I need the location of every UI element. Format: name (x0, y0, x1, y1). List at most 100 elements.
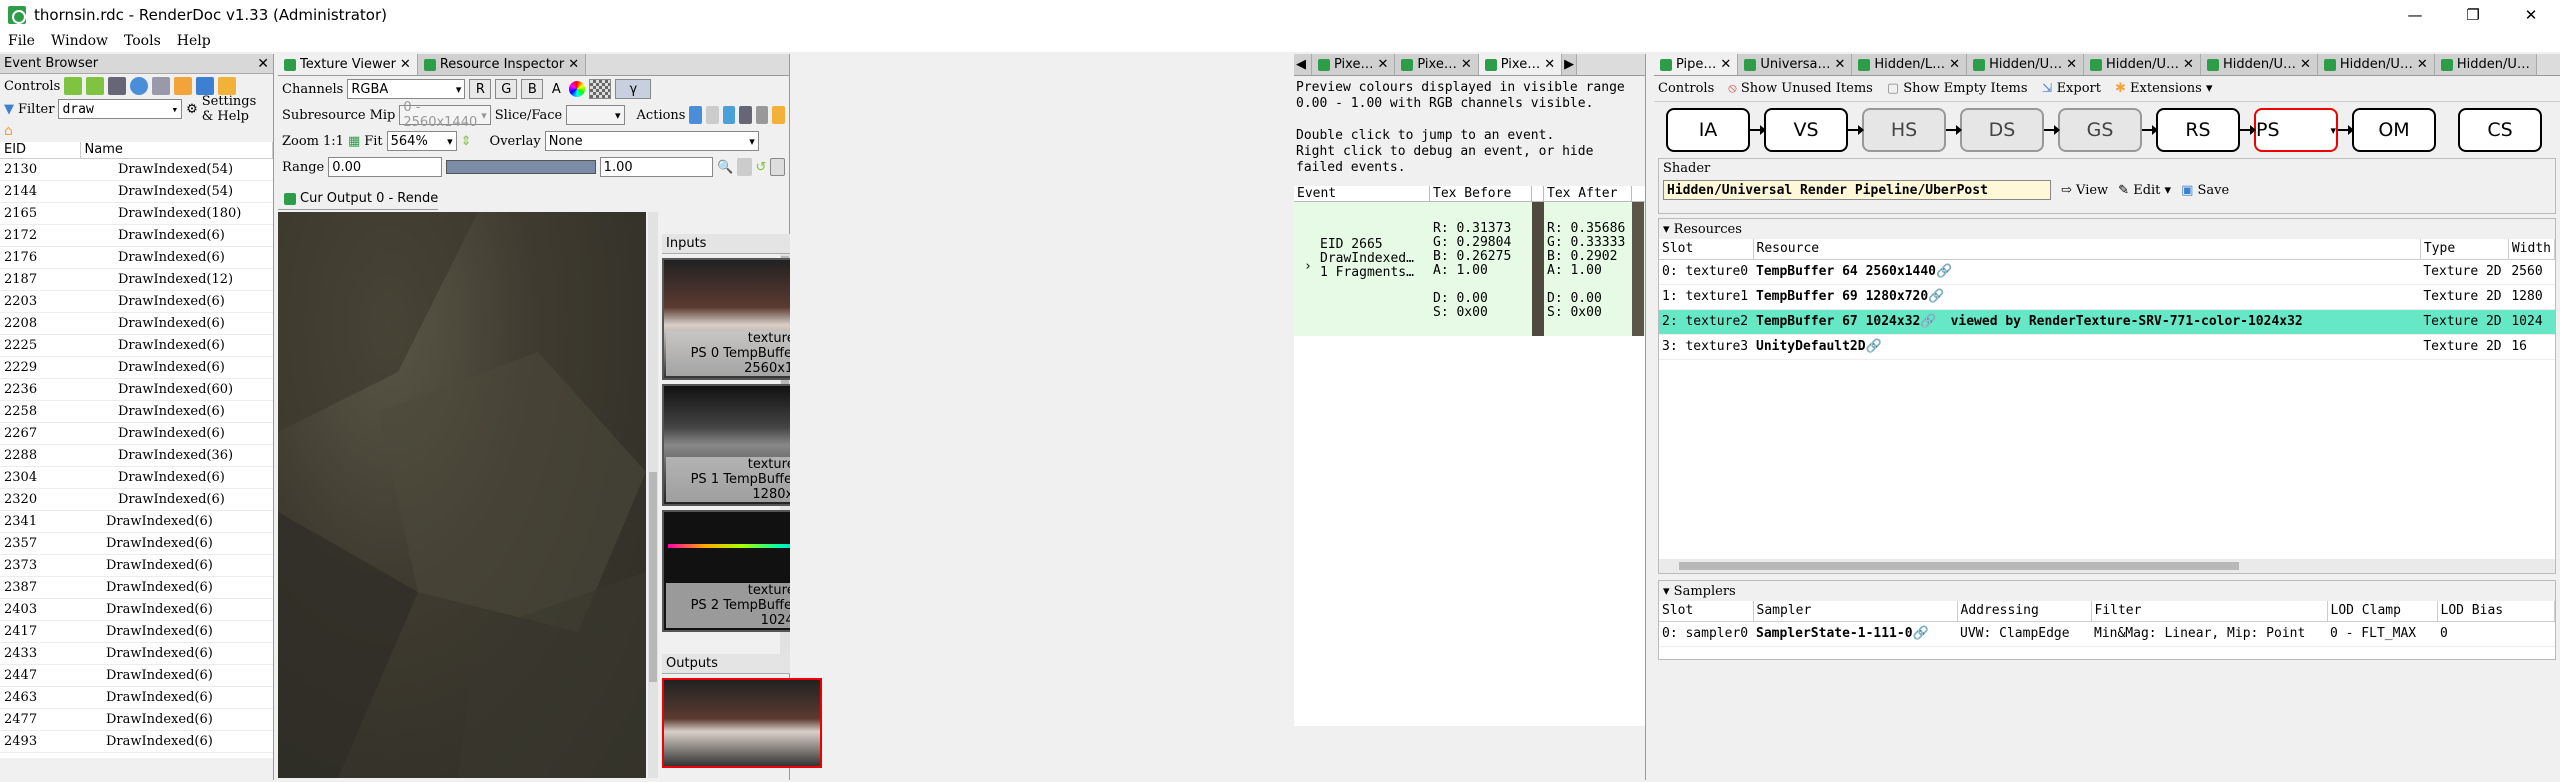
tabs-scroll-right-button[interactable]: ▶ (1562, 54, 1578, 75)
event-row[interactable]: 2172 DrawIndexed(6) (0, 224, 273, 247)
event-row[interactable]: 2288 DrawIndexed(36) (0, 444, 273, 467)
shader-name-field[interactable]: Hidden/Universal Render Pipeline/UberPos… (1663, 180, 2051, 200)
close-icon[interactable]: ✕ (2066, 57, 2077, 72)
input-thumbnail[interactable]: texture1 =PS 1 TempBuffer 691280x720 (662, 384, 790, 506)
tab-shader-hidden-u-4[interactable]: Hidden/U… ✕ (2317, 54, 2435, 75)
autofit-icon[interactable] (737, 158, 752, 176)
reset-range-icon[interactable]: ↺ (756, 160, 767, 175)
tab-cur-output[interactable]: Cur Output 0 - RenderTextu… (278, 188, 438, 209)
slot-column-header[interactable]: Slot (1659, 601, 1754, 622)
bookmark-icon[interactable] (152, 77, 171, 95)
addressing-column-header[interactable]: Addressing (1957, 601, 2092, 622)
texture-canvas[interactable] (278, 212, 646, 778)
back-arrow-icon[interactable] (64, 77, 83, 95)
close-icon[interactable]: ✕ (257, 56, 269, 72)
event-row[interactable]: 2463 DrawIndexed(6) (0, 686, 273, 709)
find-icon[interactable] (108, 77, 127, 95)
link-icon[interactable]: 🔗 (1920, 314, 1936, 329)
tab-texture-viewer[interactable]: Texture Viewer ✕ (278, 54, 418, 75)
event-row[interactable]: 2373 DrawIndexed(6) (0, 554, 273, 577)
close-icon[interactable]: ✕ (1834, 57, 1845, 72)
open-icon[interactable] (722, 106, 736, 124)
stage-ps-button[interactable]: PS (2254, 108, 2338, 152)
event-row[interactable]: 2130 DrawIndexed(54) (0, 158, 273, 181)
save-texture-icon[interactable] (689, 106, 703, 124)
extensions-button[interactable]: ✱ Extensions ▾ (2115, 81, 2213, 96)
filter-column-header[interactable]: Filter (2091, 601, 2328, 622)
event-row[interactable]: 2477 DrawIndexed(6) (0, 708, 273, 731)
tab-pixel-history-2[interactable]: Pixe… ✕ (1395, 54, 1479, 75)
lod-bias-column-header[interactable]: LOD Bias (2437, 601, 2555, 622)
close-icon[interactable]: ✕ (1720, 57, 1731, 72)
tabs-scroll-left-button[interactable]: ◀ (1294, 54, 1312, 75)
maximize-button[interactable]: ❐ (2444, 0, 2502, 30)
save-shader-button[interactable]: ▣ Save (2181, 183, 2229, 198)
slice-select[interactable] (566, 105, 625, 125)
eid-column-header[interactable]: EID (0, 142, 81, 159)
channel-a-button[interactable]: A (547, 82, 565, 97)
type-column-header[interactable]: Type (2420, 239, 2509, 260)
slot-column-header[interactable]: Slot (1659, 239, 1754, 260)
show-empty-button[interactable]: ▢ Show Empty Items (1887, 81, 2028, 96)
menu-window[interactable]: Window (43, 33, 116, 49)
tab-pixel-history-3[interactable]: Pixe… ✕ (1478, 54, 1563, 75)
stage-om-button[interactable]: OM (2352, 108, 2436, 152)
stage-rs-button[interactable]: RS (2156, 108, 2240, 152)
resource-name[interactable]: TempBuffer 64 2560x1440 (1756, 264, 1936, 279)
mip-select[interactable]: 0 - 2560x1440 (399, 100, 491, 130)
channels-select[interactable]: RGBA (347, 79, 466, 99)
filter-input[interactable]: draw (58, 99, 183, 119)
edit-icon[interactable] (251, 122, 269, 140)
event-row[interactable]: 2203 DrawIndexed(6) (0, 290, 273, 313)
link-icon[interactable]: 🔗 (1866, 339, 1882, 354)
tex-after-column-header[interactable]: Tex After (1544, 186, 1632, 201)
range-histogram[interactable] (445, 160, 596, 174)
tab-pipeline-state[interactable]: Pipe… ✕ (1654, 54, 1739, 75)
color-wheel-icon[interactable] (569, 81, 586, 97)
minimize-button[interactable]: — (2386, 0, 2444, 30)
gamma-button[interactable]: γ (615, 79, 652, 99)
range-min-input[interactable]: 0.00 (328, 157, 442, 177)
lod-clamp-column-header[interactable]: LOD Clamp (2327, 601, 2438, 622)
link-icon[interactable]: 🔗 (1913, 626, 1929, 641)
view-shader-button[interactable]: ⇨ View (2061, 183, 2108, 198)
close-icon[interactable]: ✕ (2300, 57, 2311, 72)
forward-arrow-icon[interactable] (86, 77, 105, 95)
copy-icon[interactable] (706, 106, 719, 124)
flip-icon[interactable]: ⇕ (461, 134, 472, 149)
tab-shader-hidden-l[interactable]: Hidden/L… ✕ (1852, 54, 1968, 75)
input-thumbnail[interactable]: texture0 =PS 0 TempBuffer 642560x1440 (662, 258, 790, 380)
save-icon[interactable] (196, 77, 215, 95)
close-icon[interactable]: ✕ (1461, 57, 1472, 72)
link-icon[interactable] (755, 106, 769, 124)
resource-row[interactable]: 3: texture3 UnityDefault2D🔗 Texture 2D 16 (1659, 334, 2555, 360)
tab-shader-hidden-u-2[interactable]: Hidden/U… ✕ (2084, 54, 2201, 75)
resources-header[interactable]: ▾ Resources (1659, 219, 2555, 239)
histogram-icon[interactable] (770, 158, 785, 176)
close-icon[interactable]: ✕ (568, 57, 579, 72)
event-row[interactable]: 2144 DrawIndexed(54) (0, 180, 273, 203)
resource-row[interactable]: 2: texture2 TempBuffer 67 1024x32🔗 viewed … (1659, 309, 2555, 335)
settings-icon[interactable] (218, 77, 237, 95)
fit-button[interactable]: Fit (364, 134, 382, 149)
close-icon[interactable]: ✕ (1949, 57, 1960, 72)
output-thumbnail[interactable] (662, 678, 822, 768)
event-row[interactable]: 2403 DrawIndexed(6) (0, 598, 273, 621)
menu-file[interactable]: File (0, 33, 43, 49)
sampler-column-header[interactable]: Sampler (1753, 601, 1958, 622)
resources-hscrollbar[interactable] (1659, 559, 2555, 573)
pixel-history-row[interactable]: › EID 2665 DrawIndexed… 1 Fragments… R: … (1294, 202, 1645, 336)
event-row[interactable]: 2433 DrawIndexed(6) (0, 642, 273, 665)
scrollbar-thumb[interactable] (649, 472, 657, 682)
link-icon[interactable]: 🔗 (1936, 264, 1952, 279)
menu-help[interactable]: Help (169, 33, 219, 49)
event-row[interactable]: 2208 DrawIndexed(6) (0, 312, 273, 335)
tab-pixel-history-1[interactable]: Pixe… ✕ (1312, 54, 1396, 75)
timeline-icon[interactable] (130, 77, 149, 95)
width-column-header[interactable]: Width (2508, 239, 2556, 260)
name-column-header[interactable]: Name (80, 142, 273, 159)
gear-icon[interactable]: ⚙ (186, 102, 198, 117)
event-row[interactable]: 2225 DrawIndexed(6) (0, 334, 273, 357)
event-row[interactable]: 2341 DrawIndexed(6) (0, 510, 273, 533)
house-icon[interactable]: ⌂ (4, 123, 13, 139)
